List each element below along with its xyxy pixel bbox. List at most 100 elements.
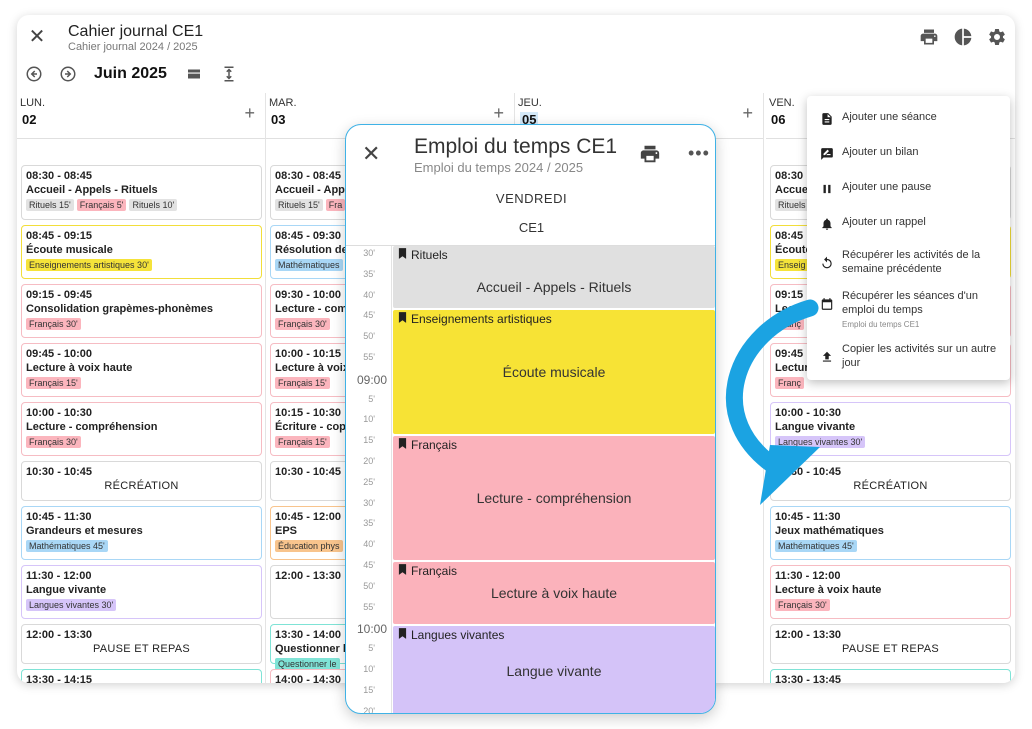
subject-tag: Français 30' [775, 599, 830, 611]
subject-tag: Français 15' [26, 377, 81, 389]
menu-item-text: Ajouter un rappel [842, 216, 926, 228]
timetable-slot[interactable]: Langues vivantes Langue vivante [393, 626, 715, 713]
menu-item[interactable]: Ajouter une pause [807, 180, 1010, 210]
slot-category-label: Français [411, 564, 458, 578]
menu-item[interactable]: Récupérer les activités de la semaine pr… [807, 248, 1010, 278]
activity-label: RÉCRÉATION [104, 480, 179, 492]
popup-title: Emploi du temps CE1 [414, 135, 618, 158]
activity-time: 10:30 - 10:45 [26, 466, 93, 478]
activity-card[interactable]: 10:30 - 10:45 RÉCRÉATION [770, 461, 1011, 501]
close-icon[interactable]: ✕ [362, 141, 380, 167]
menu-item[interactable]: Ajouter une séance [807, 110, 1010, 140]
activity-card[interactable]: 08:30 - 08:45 Accueil - Appels - Rituels R… [21, 165, 262, 220]
slot-title: Langue vivante [506, 663, 602, 679]
activity-card[interactable]: 09:15 - 09:45 Consolidation grapèmes-phon… [21, 284, 262, 338]
gear-icon[interactable] [987, 27, 1007, 47]
next-icon[interactable] [59, 65, 79, 85]
time-tick: 35' [363, 268, 375, 279]
subject-tag: Enseignements artistiques 30' [26, 259, 152, 271]
timetable-slot[interactable]: Rituels Accueil - Appels - Rituels [393, 246, 715, 308]
subject-tag: Mathématiques 45' [26, 540, 108, 552]
subject-tag: Rituels 10' [129, 199, 178, 211]
menu-item[interactable]: Ajouter un rappel [807, 215, 1010, 245]
printer-icon[interactable] [919, 27, 939, 47]
menu-item-label: Ajouter un bilan [842, 145, 1002, 159]
timetable-slot[interactable]: Enseignements artistiques Écoute musicale [393, 310, 715, 434]
tag-list: Enseignements artistiques 30' [26, 259, 257, 271]
menu-item[interactable]: Ajouter un bilan [807, 145, 1010, 175]
activity-label: Langue vivante [26, 584, 107, 596]
pie-chart-icon[interactable] [953, 27, 973, 47]
view-week-icon[interactable] [185, 65, 205, 85]
printer-icon[interactable] [639, 143, 661, 163]
activity-card[interactable]: 12:00 - 13:30 PAUSE ET REPAS [21, 624, 262, 664]
slot-category-label: Enseignements artistiques [411, 312, 552, 326]
activity-card[interactable]: 10:00 - 10:30 Lecture - compréhension Fran… [21, 402, 262, 456]
day-number: 02 [22, 112, 37, 127]
more-options-icon[interactable]: ••• [688, 143, 710, 164]
add-menu: Ajouter une séance Ajouter un bilan Ajoute… [807, 96, 1010, 380]
time-tick: 55' [363, 352, 375, 362]
menu-item-subtext: Emploi du temps CE1 [842, 320, 920, 329]
activity-time: 11:30 - 12:00 [26, 570, 92, 582]
menu-item-label: Ajouter un rappel [842, 215, 1002, 229]
previous-icon[interactable] [25, 65, 45, 85]
top-bar: ✕ Cahier journal CE1 Cahier journal 2024… [17, 15, 1015, 61]
menu-item[interactable]: Copier les activités sur un autre jour [807, 342, 1010, 372]
time-tick: 15' [363, 435, 375, 446]
activity-card[interactable]: 11:30 - 12:00 Langue vivante Langues vivan… [21, 565, 262, 619]
subject-tag: Français 30' [26, 318, 81, 330]
menu-item-label: Copier les activités sur un autre jour [842, 342, 1002, 370]
activity-card[interactable]: 10:45 - 11:30 Grandeurs et mesures Mathéma… [21, 506, 262, 560]
add-icon[interactable]: + [244, 103, 255, 124]
menu-item-text: Copier les activités sur un autre jour [842, 343, 997, 369]
upload-icon [820, 350, 834, 364]
activity-label: Lecture à voix haute [775, 584, 882, 596]
bookmark-icon [398, 248, 411, 262]
activity-card[interactable]: 13:30 - 14:15Questionner le monde du viv… [21, 669, 262, 683]
activity-time: 10:45 - 11:30 [26, 511, 92, 523]
activity-card[interactable]: 09:45 - 10:00 Lecture à voix haute Françai… [21, 343, 262, 397]
activity-label: Accueil - Appels - Rituels [26, 184, 158, 196]
bookmark-icon [398, 564, 411, 578]
menu-item-text: Ajouter une pause [842, 181, 932, 193]
subject-tag: Rituels 15' [275, 199, 323, 211]
timetable-slot[interactable]: Français Lecture - compréhension [393, 436, 715, 560]
time-tick: 10' [363, 664, 375, 674]
timetable-popup: ✕ Emploi du temps CE1 Emploi du temps 20… [345, 124, 716, 714]
subject-tag: Français 15' [275, 377, 330, 389]
activity-card[interactable]: 11:30 - 12:00 Lecture à voix haute Françai… [770, 565, 1011, 619]
time-tick: 09:00 [356, 372, 387, 387]
activity-card[interactable]: 10:45 - 11:30 Jeux mathématiques Mathémati… [770, 506, 1011, 560]
subject-tag: Mathématiques [275, 259, 343, 271]
activity-time: 09:15 - 09:45 [26, 289, 93, 301]
tag-list: Langues vivantes 30' [26, 599, 257, 611]
activity-card[interactable]: 10:00 - 10:30 Langue vivante Langues vivan… [770, 402, 1011, 456]
activity-card[interactable]: 08:45 - 09:15 Écoute musicale Enseignement… [21, 225, 262, 279]
slot-category: Français [395, 438, 461, 452]
menu-item[interactable]: Récupérer les séances d'un emploi du tem… [807, 289, 1010, 329]
tag-list: Langues vivantes 30' [775, 436, 1006, 448]
tag-list: Rituels 15' Français 5' Rituels 10' [26, 199, 257, 211]
expand-height-icon[interactable] [220, 65, 240, 85]
page-title: Cahier journal CE1 [68, 23, 204, 40]
subject-tag: Mathématiques 45' [775, 540, 857, 552]
time-tick: 30' [363, 497, 375, 508]
day-name: VEN. [769, 97, 795, 109]
close-icon[interactable]: ✕ [27, 27, 47, 47]
slot-category: Français [395, 564, 461, 578]
add-icon[interactable]: + [493, 103, 504, 124]
activity-time: 13:30 - 14:15 [26, 674, 93, 683]
day-name: JEU. [518, 97, 542, 109]
add-icon[interactable]: + [742, 103, 753, 124]
activity-time: 10:00 - 10:30 [26, 407, 93, 419]
timetable-slot[interactable]: Français Lecture à voix haute [393, 562, 715, 624]
activity-card[interactable]: 10:30 - 10:45 RÉCRÉATION [21, 461, 262, 501]
pause-icon [820, 182, 834, 196]
subject-tag: Enseig [775, 259, 809, 271]
day-name: LUN. [20, 97, 46, 109]
activity-card[interactable]: 13:30 - 13:45Explorer les organisations … [770, 669, 1011, 683]
activity-time: 08:30 - 08:45 [26, 170, 93, 182]
activity-card[interactable]: 12:00 - 13:30 PAUSE ET REPAS [770, 624, 1011, 664]
subject-tag: Langues vivantes 30' [775, 436, 866, 448]
